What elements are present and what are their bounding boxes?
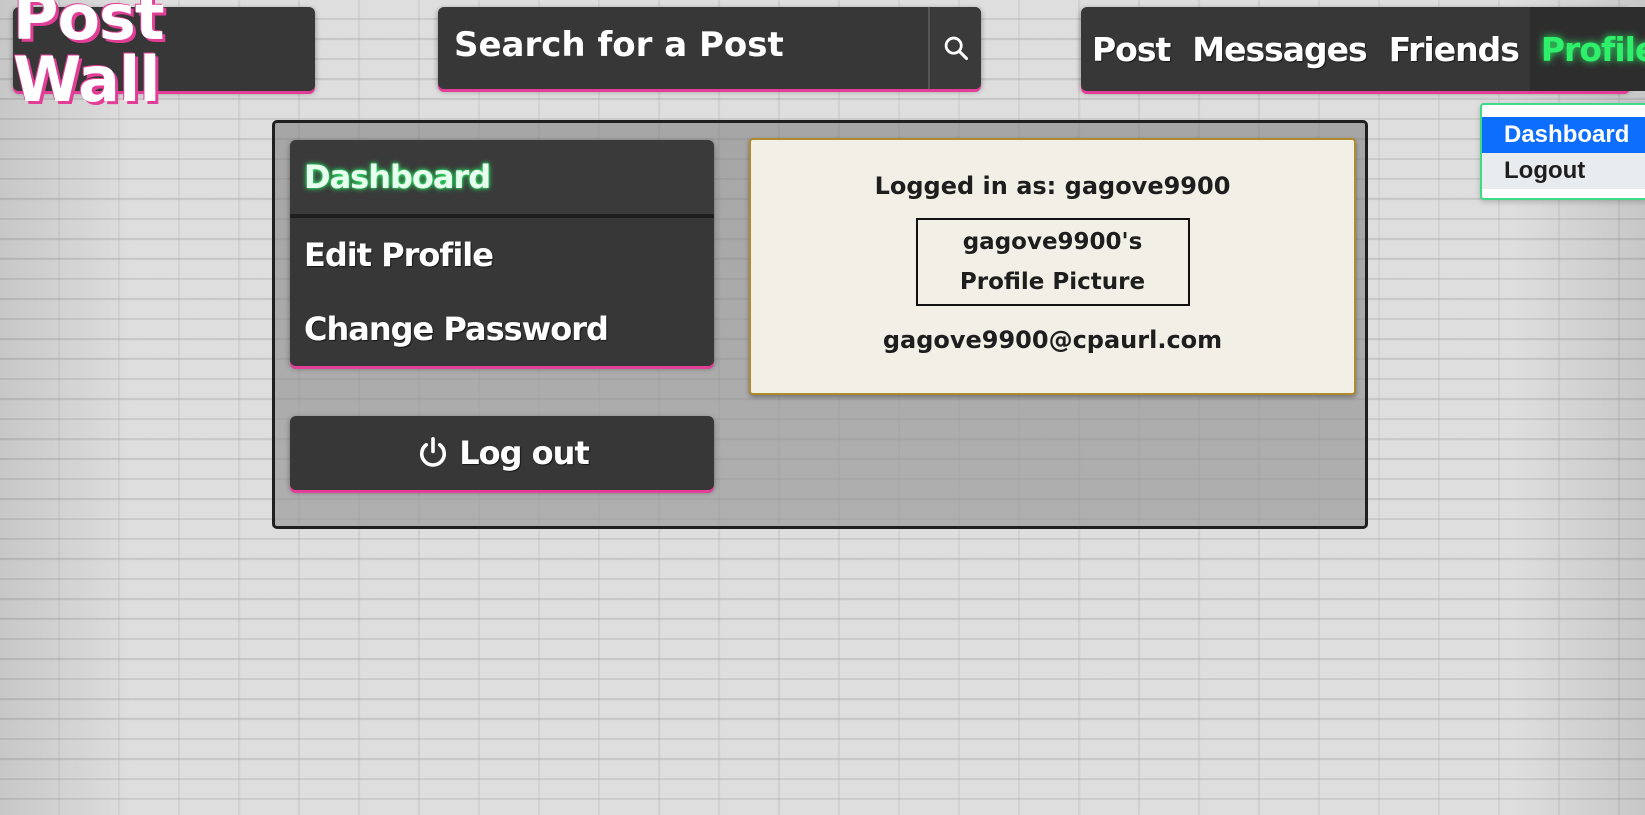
- search-icon: [944, 36, 968, 61]
- dashboard-panel: Dashboard Edit Profile Change Password L…: [272, 120, 1368, 529]
- power-icon: [415, 435, 451, 471]
- profile-email: gagove9900@cpaurl.com: [882, 326, 1223, 354]
- search-button[interactable]: [928, 7, 981, 89]
- nav-post[interactable]: Post: [1081, 7, 1181, 91]
- sidebar-item-edit-profile[interactable]: Edit Profile: [290, 218, 714, 292]
- profile-info-card: Logged in as: gagove9900 gagove9900's Pr…: [749, 138, 1356, 395]
- logged-in-text: Logged in as: gagove9900: [874, 172, 1231, 200]
- profile-picture-alt-text: gagove9900's Profile Picture: [959, 229, 1146, 295]
- main-nav: Post Messages Friends Profile: [1081, 7, 1645, 91]
- logout-button-label: Log out: [459, 434, 589, 472]
- logout-button[interactable]: Log out: [290, 416, 714, 490]
- dropdown-item-logout[interactable]: Logout: [1482, 153, 1645, 189]
- sidebar-item-change-password[interactable]: Change Password: [290, 292, 714, 366]
- nav-friends[interactable]: Friends: [1378, 7, 1530, 91]
- profile-picture: gagove9900's Profile Picture: [915, 218, 1190, 306]
- dropdown-item-dashboard[interactable]: Dashboard: [1482, 117, 1645, 153]
- logo-text: Post Wall: [13, 0, 165, 116]
- search-input[interactable]: [438, 7, 928, 89]
- logo[interactable]: Post Wall: [13, 0, 315, 111]
- sidebar-menu: Dashboard Edit Profile Change Password: [290, 140, 714, 366]
- nav-messages[interactable]: Messages: [1181, 7, 1377, 91]
- search-bar: [438, 7, 981, 89]
- profile-dropdown-menu: Dashboard Logout: [1480, 103, 1645, 200]
- nav-profile[interactable]: Profile: [1529, 7, 1645, 91]
- sidebar-item-dashboard[interactable]: Dashboard: [290, 140, 714, 218]
